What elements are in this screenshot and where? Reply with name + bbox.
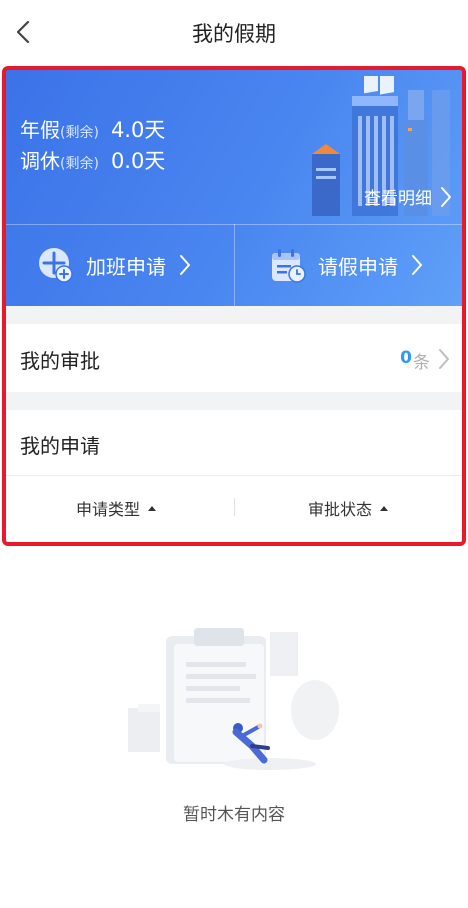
overtime-add-icon — [39, 248, 73, 283]
divider — [234, 498, 235, 516]
chevron-right-icon — [439, 349, 449, 369]
annual-leave-label: 年假 — [20, 118, 60, 142]
view-details-link[interactable]: 查看明细 — [364, 184, 452, 209]
balance-card: 年假(剩余) 4.0天 调休(剩余) 0.0天 查看明细 加班申请 请假申请 — [6, 70, 462, 306]
approval-count-unit: 条 — [413, 353, 430, 373]
my-approval-label: 我的审批 — [20, 349, 100, 373]
view-details-label: 查看明细 — [364, 189, 432, 209]
overtime-apply-button[interactable]: 加班申请 — [36, 238, 192, 292]
top-nav-bar: 我的假期 — [0, 0, 468, 64]
leave-apply-button[interactable]: 请假申请 — [268, 238, 424, 292]
section-gap — [6, 306, 462, 324]
leave-apply-label: 请假申请 — [318, 254, 398, 279]
filter-bar: 申请类型 审批状态 — [6, 476, 462, 538]
caret-up-icon — [380, 505, 389, 511]
my-applications-label: 我的申请 — [20, 434, 100, 458]
divider — [234, 224, 235, 306]
overtime-apply-label: 加班申请 — [86, 254, 166, 279]
my-applications-header: 我的申请 — [6, 410, 462, 476]
empty-state-text: 暂时木有内容 — [183, 805, 285, 825]
filter-application-type[interactable]: 申请类型 — [76, 496, 157, 520]
filter-approval-status[interactable]: 审批状态 — [308, 496, 389, 520]
annual-leave-row: 年假(剩余) 4.0天 — [20, 114, 165, 144]
chevron-right-icon — [412, 255, 422, 275]
annual-leave-value: 4.0天 — [110, 118, 166, 142]
comp-leave-value: 0.0天 — [110, 149, 166, 173]
chevron-right-icon — [441, 186, 451, 207]
empty-clipboard-illustration — [128, 628, 339, 770]
section-gap — [6, 392, 462, 410]
page-title: 我的假期 — [192, 22, 276, 46]
annual-leave-sub: (剩余) — [60, 125, 99, 141]
comp-leave-sub: (剩余) — [60, 156, 99, 172]
comp-leave-row: 调休(剩余) 0.0天 — [20, 145, 165, 175]
filter-application-type-label: 申请类型 — [76, 500, 141, 519]
chevron-right-icon — [180, 255, 190, 275]
caret-up-icon — [148, 505, 157, 511]
filter-approval-status-label: 审批状态 — [308, 500, 373, 519]
approval-count: 0 — [400, 348, 412, 368]
calendar-clock-icon — [272, 249, 306, 283]
comp-leave-label: 调休 — [20, 149, 60, 173]
my-approval-row[interactable]: 我的审批 0 条 — [6, 324, 462, 392]
